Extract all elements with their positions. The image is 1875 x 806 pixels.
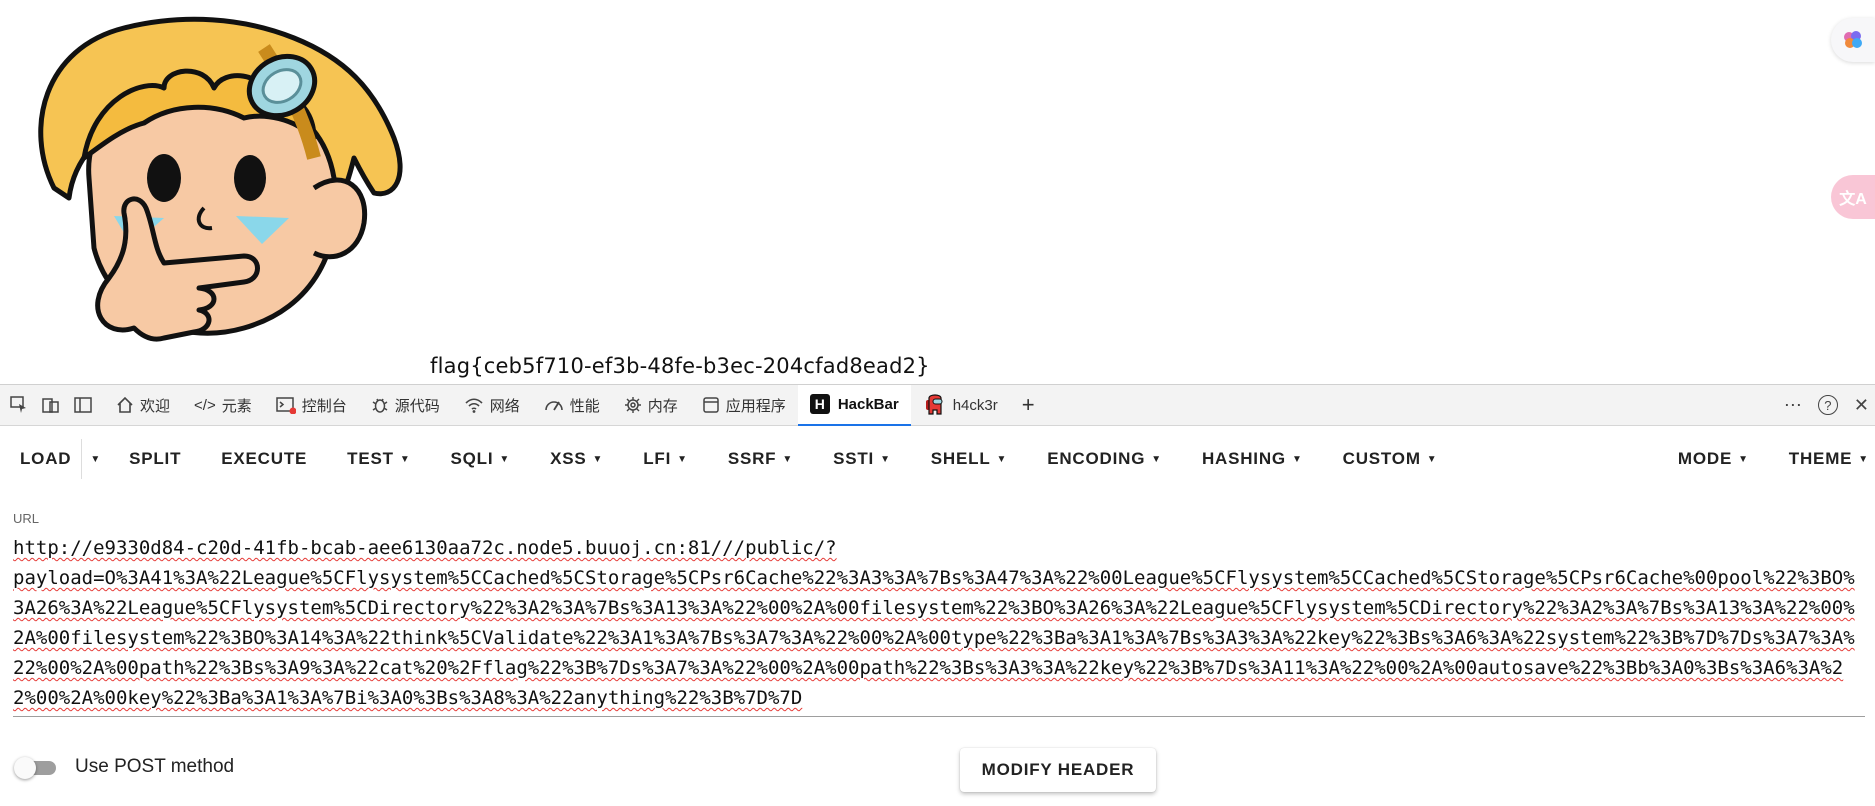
- sqli-label: SQLI: [450, 449, 494, 468]
- tab-network[interactable]: 网络: [452, 385, 532, 426]
- url-field-label: URL: [13, 511, 40, 526]
- tab-h4ck3r[interactable]: h4ck3r: [911, 385, 1010, 426]
- theme-label: THEME: [1788, 449, 1853, 468]
- translate-button[interactable]: 文A: [1831, 175, 1875, 219]
- caret-down-icon: ▼: [880, 453, 891, 465]
- devtools-right-controls: ⋯ ? ✕: [1784, 395, 1875, 416]
- wifi-icon: [465, 398, 483, 413]
- shell-menu[interactable]: SHELL ▼: [911, 439, 1027, 479]
- caret-down-icon: ▼: [1151, 453, 1162, 465]
- dock-panel-icon[interactable]: [70, 392, 96, 418]
- hackbar-logo-icon: H: [809, 394, 830, 414]
- tab-welcome-label: 欢迎: [140, 397, 171, 415]
- bug-icon: [372, 398, 388, 413]
- tab-console-label: 控制台: [301, 397, 347, 415]
- brain-icon: [1844, 31, 1862, 48]
- tab-sources-label: 源代码: [394, 397, 440, 415]
- caret-down-icon: ▼: [1738, 453, 1749, 465]
- execute-button[interactable]: EXECUTE: [201, 439, 327, 479]
- home-icon: [117, 396, 133, 413]
- shell-label: SHELL: [930, 449, 991, 468]
- flag-text: flag{ceb5f710-ef3b-48fe-b3ec-204cfad8ead…: [430, 354, 930, 378]
- sqli-menu[interactable]: SQLI ▼: [431, 439, 531, 479]
- encoding-label: ENCODING: [1047, 449, 1146, 468]
- console-icon: [275, 397, 296, 414]
- mode-label: MODE: [1677, 449, 1733, 468]
- add-tab-button[interactable]: +: [1010, 385, 1047, 426]
- tab-elements[interactable]: </> 元素: [182, 385, 264, 426]
- caret-down-icon: ▼: [499, 453, 511, 465]
- post-method-label: Use POST method: [75, 756, 235, 777]
- thinking-meme-image: [38, 16, 403, 342]
- mode-menu[interactable]: MODE ▼: [1658, 439, 1769, 479]
- encoding-menu[interactable]: ENCODING ▼: [1027, 439, 1182, 479]
- ssti-label: SSTI: [833, 449, 875, 468]
- copilot-sidebar-button[interactable]: [1831, 18, 1875, 62]
- gauge-icon: [544, 401, 563, 411]
- devtools-tabbar: 欢迎 </> 元素 控制台 源代码 网络 性能 内存 应用程序 H HackBa…: [0, 384, 1875, 426]
- code-icon: </>: [194, 396, 216, 414]
- caret-down-icon: ▼: [1858, 453, 1869, 465]
- hackbar-toolbar: LOAD ▼ SPLIT EXECUTE TEST ▼ SQLI ▼ XSS ▼ LF…: [0, 426, 1875, 492]
- custom-menu[interactable]: CUSTOM ▼: [1323, 439, 1458, 479]
- ssrf-menu[interactable]: SSRF ▼: [708, 439, 813, 479]
- tab-console[interactable]: 控制台: [264, 385, 359, 426]
- close-icon[interactable]: ✕: [1854, 395, 1869, 416]
- split-button[interactable]: SPLIT: [109, 439, 201, 479]
- modify-header-button[interactable]: MODIFY HEADER: [960, 748, 1156, 792]
- xss-label: XSS: [550, 449, 587, 468]
- ssti-menu[interactable]: SSTI ▼: [813, 439, 911, 479]
- tab-sources[interactable]: 源代码: [359, 385, 452, 426]
- caret-down-icon: ▼: [399, 453, 411, 465]
- load-dropdown-button[interactable]: ▼: [82, 439, 109, 479]
- caret-down-icon: ▼: [1291, 453, 1303, 465]
- toggle-knob: [14, 757, 36, 779]
- split-label: SPLIT: [129, 449, 182, 468]
- post-method-toggle[interactable]: [14, 757, 60, 779]
- tab-elements-label: 元素: [221, 397, 252, 415]
- theme-menu[interactable]: THEME ▼: [1769, 439, 1875, 479]
- inspect-element-icon[interactable]: [6, 392, 32, 418]
- app-icon: [703, 397, 719, 413]
- caret-down-icon: ▼: [677, 453, 688, 465]
- lfi-menu[interactable]: LFI ▼: [623, 439, 708, 479]
- caret-down-icon: ▼: [782, 453, 794, 465]
- load-button[interactable]: LOAD: [0, 439, 83, 479]
- hashing-label: HASHING: [1201, 449, 1286, 468]
- test-label: TEST: [347, 449, 394, 468]
- plus-icon: +: [1021, 392, 1035, 417]
- device-emulation-icon[interactable]: [38, 392, 64, 418]
- tab-performance[interactable]: 性能: [532, 385, 612, 426]
- tab-hackbar[interactable]: H HackBar: [797, 384, 911, 426]
- load-label: LOAD: [20, 449, 72, 468]
- tab-hackbar-label: HackBar: [837, 395, 899, 413]
- caret-down-icon: ▼: [996, 453, 1008, 465]
- caret-down-icon: ▼: [90, 453, 102, 465]
- xss-menu[interactable]: XSS ▼: [530, 439, 623, 479]
- url-textarea[interactable]: http://e9330d84-c20d-41fb-bcab-aee6130aa…: [13, 533, 1865, 717]
- hashing-menu[interactable]: HASHING ▼: [1182, 439, 1323, 479]
- tab-application-label: 应用程序: [725, 397, 786, 415]
- page-content: flag{ceb5f710-ef3b-48fe-b3ec-204cfad8ead…: [0, 0, 1875, 384]
- tab-memory-label: 内存: [647, 397, 678, 415]
- custom-label: CUSTOM: [1342, 449, 1421, 468]
- tab-performance-label: 性能: [569, 397, 600, 415]
- chip-icon: [624, 397, 641, 413]
- tab-application[interactable]: 应用程序: [690, 385, 798, 426]
- ssrf-label: SSRF: [727, 449, 777, 468]
- more-options-icon[interactable]: ⋯: [1784, 395, 1802, 416]
- translate-icon: 文A: [1839, 191, 1867, 208]
- lfi-label: LFI: [643, 449, 672, 468]
- execute-label: EXECUTE: [221, 449, 308, 468]
- tab-welcome[interactable]: 欢迎: [104, 385, 182, 426]
- caret-down-icon: ▼: [592, 453, 604, 465]
- test-menu[interactable]: TEST ▼: [327, 439, 430, 479]
- tab-memory[interactable]: 内存: [612, 385, 690, 426]
- tab-h4ck3r-label: h4ck3r: [952, 396, 998, 414]
- caret-down-icon: ▼: [1426, 453, 1438, 465]
- amongus-icon: [925, 394, 943, 415]
- tab-network-label: 网络: [489, 397, 520, 415]
- help-icon[interactable]: ?: [1817, 395, 1838, 415]
